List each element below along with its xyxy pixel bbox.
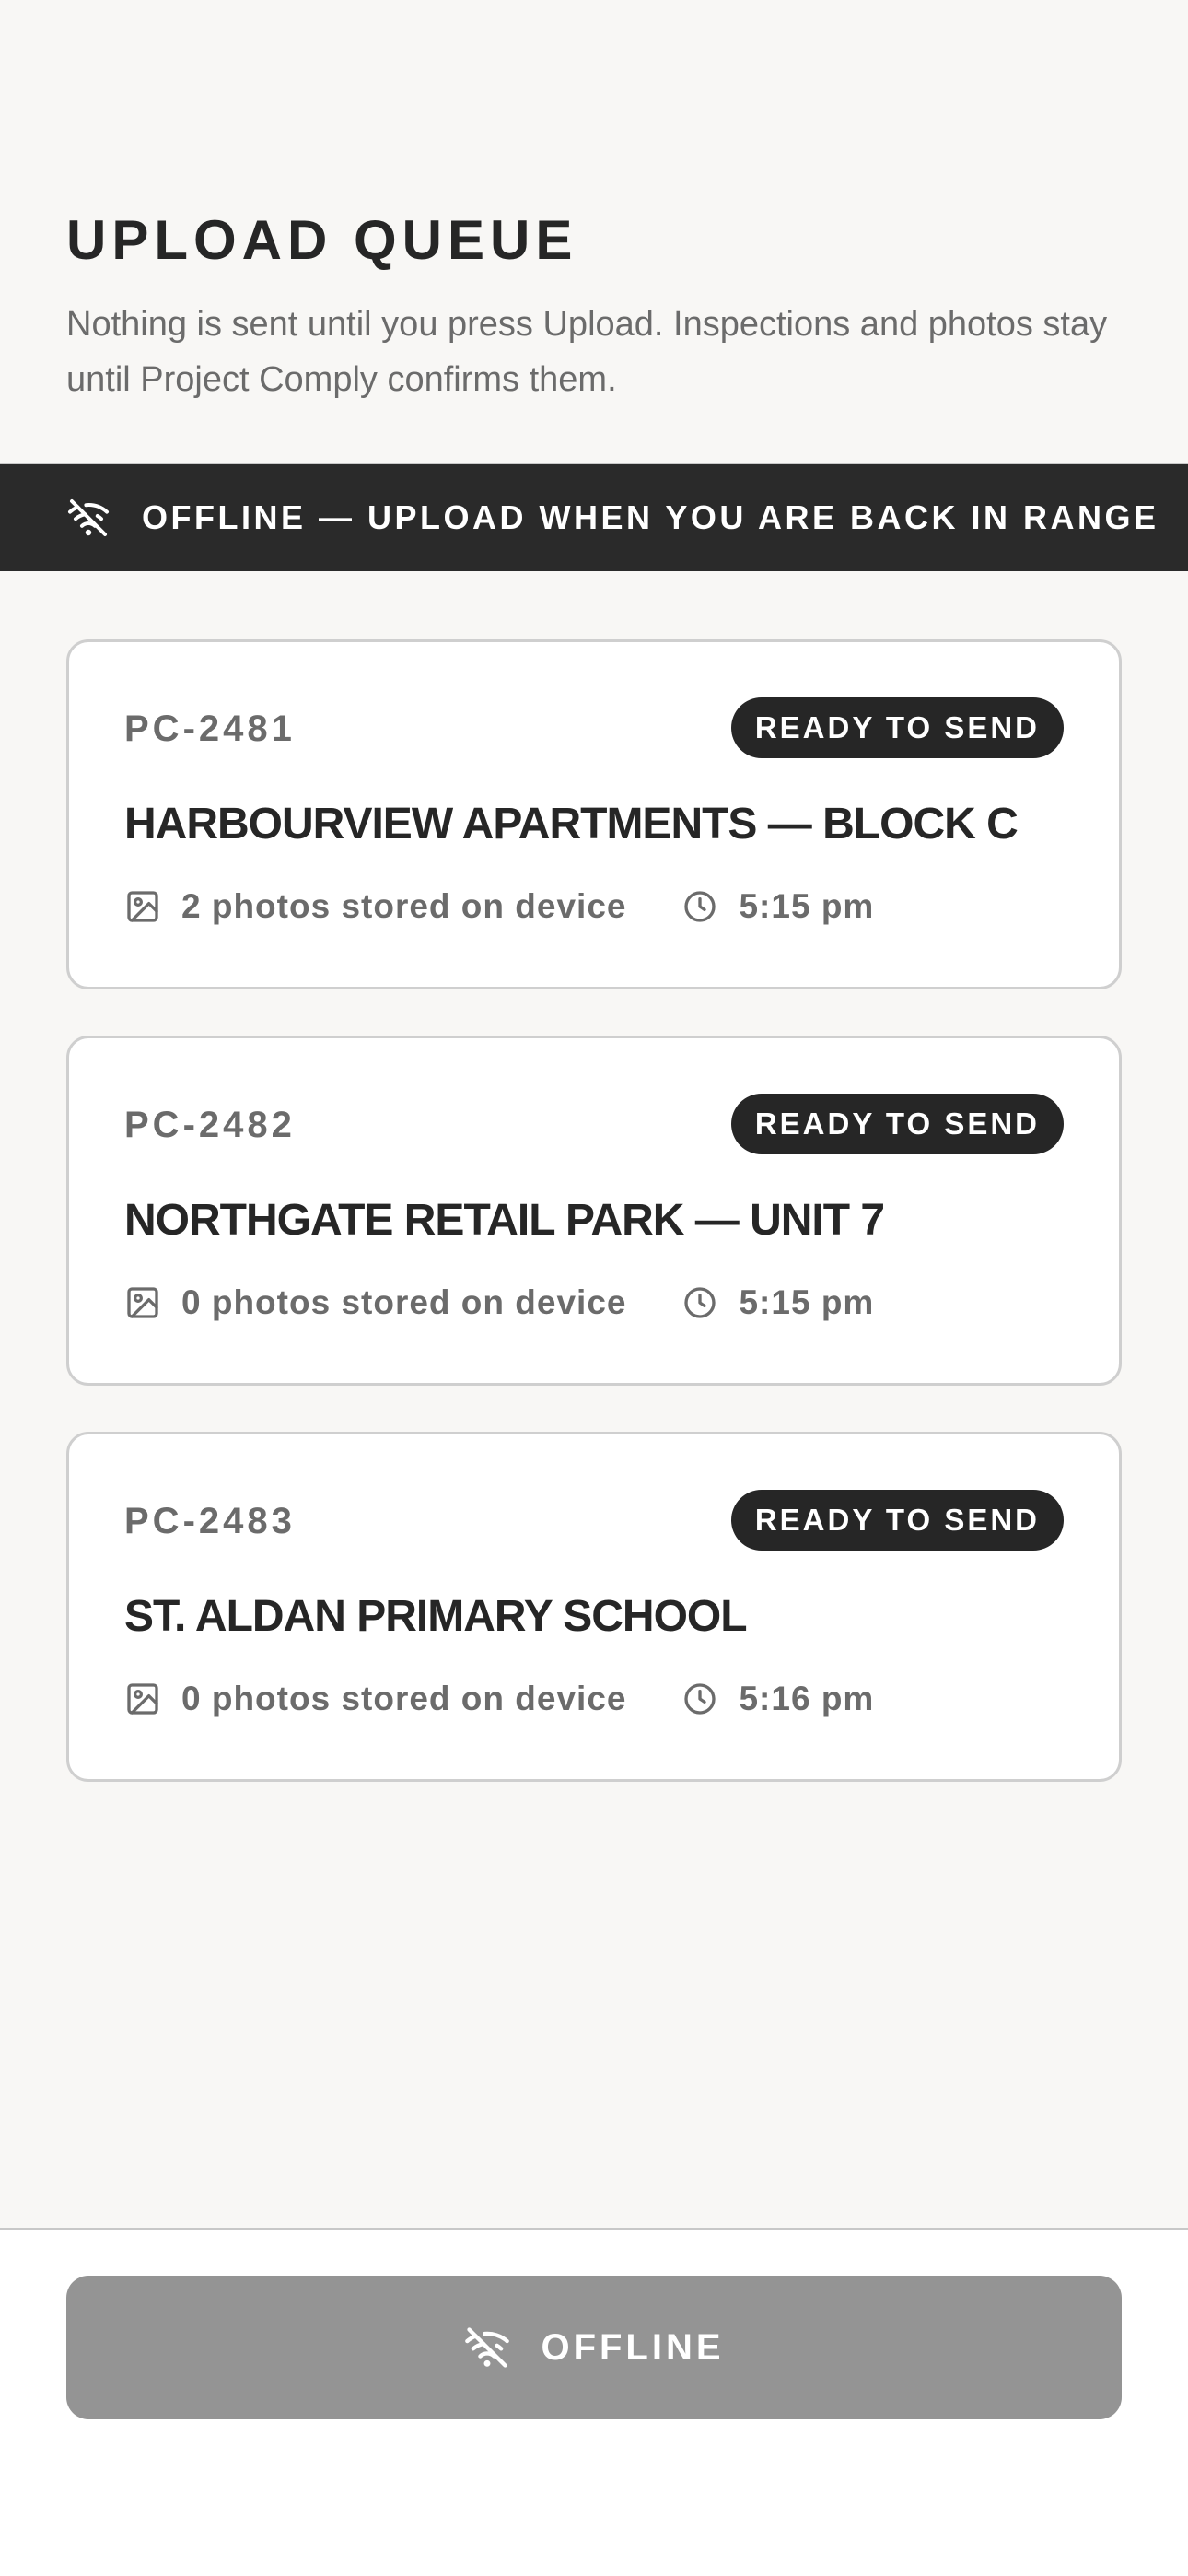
image-icon: [124, 1680, 161, 1717]
queued-time: 5:16 pm: [739, 1680, 875, 1717]
inspection-title: NORTHGATE RETAIL PARK — UNIT 7: [124, 1196, 885, 1245]
upload-button-label: OFFLINE: [541, 2326, 725, 2368]
inspection-title: HARBOURVIEW APARTMENTS — BLOCK C: [124, 800, 1019, 849]
inspection-meta: 2 photos stored on device 5:15 pm: [124, 887, 874, 926]
queued-time: 5:15 pm: [739, 1283, 875, 1321]
inspection-id: PC-2482: [124, 1105, 296, 1145]
image-icon: [124, 1284, 161, 1321]
page-header: UPLOAD QUEUE Nothing is sent until you p…: [66, 208, 1188, 407]
inspection-title: ST. ALDAN PRIMARY SCHOOL: [124, 1592, 748, 1641]
clock-icon: [681, 1284, 718, 1321]
inspection-id: PC-2483: [124, 1501, 296, 1541]
inspection-id: PC-2481: [124, 708, 296, 749]
queue-item[interactable]: PC-2483 READY TO SEND ST. ALDAN PRIMARY …: [66, 1432, 1122, 1782]
queue-item[interactable]: PC-2481 READY TO SEND HARBOURVIEW APARTM…: [66, 639, 1122, 989]
status-badge: READY TO SEND: [730, 697, 1064, 758]
status-badge: READY TO SEND: [730, 1094, 1064, 1154]
subtitle-line-1: Nothing is sent until you press Upload. …: [66, 305, 1108, 344]
queue-item[interactable]: PC-2482 READY TO SEND NORTHGATE RETAIL P…: [66, 1036, 1122, 1386]
page-title: UPLOAD QUEUE: [66, 209, 578, 271]
subtitle-line-2: until Project Comply confirms them.: [66, 360, 617, 399]
wifi-off-icon: [463, 2324, 511, 2371]
clock-icon: [681, 1680, 718, 1717]
status-badge: READY TO SEND: [730, 1490, 1064, 1551]
offline-banner-text: OFFLINE — UPLOAD WHEN YOU ARE BACK IN RA…: [142, 498, 1159, 536]
photo-count: 2 photos stored on device: [181, 887, 627, 925]
upload-queue-list: PC-2481 READY TO SEND HARBOURVIEW APARTM…: [66, 639, 1122, 1828]
photo-count: 0 photos stored on device: [181, 1283, 627, 1321]
photo-count: 0 photos stored on device: [181, 1680, 627, 1717]
inspection-meta: 0 photos stored on device 5:15 pm: [124, 1283, 874, 1322]
footer-bar: OFFLINE: [0, 2228, 1188, 2576]
clock-icon: [681, 888, 718, 925]
wifi-off-icon: [66, 496, 111, 540]
queued-time: 5:15 pm: [739, 887, 875, 925]
image-icon: [124, 888, 161, 925]
offline-banner: OFFLINE — UPLOAD WHEN YOU ARE BACK IN RA…: [0, 463, 1188, 571]
inspection-meta: 0 photos stored on device 5:16 pm: [124, 1680, 874, 1718]
upload-button[interactable]: OFFLINE: [66, 2276, 1122, 2419]
page-subtitle: Nothing is sent until you press Upload. …: [66, 297, 1188, 407]
